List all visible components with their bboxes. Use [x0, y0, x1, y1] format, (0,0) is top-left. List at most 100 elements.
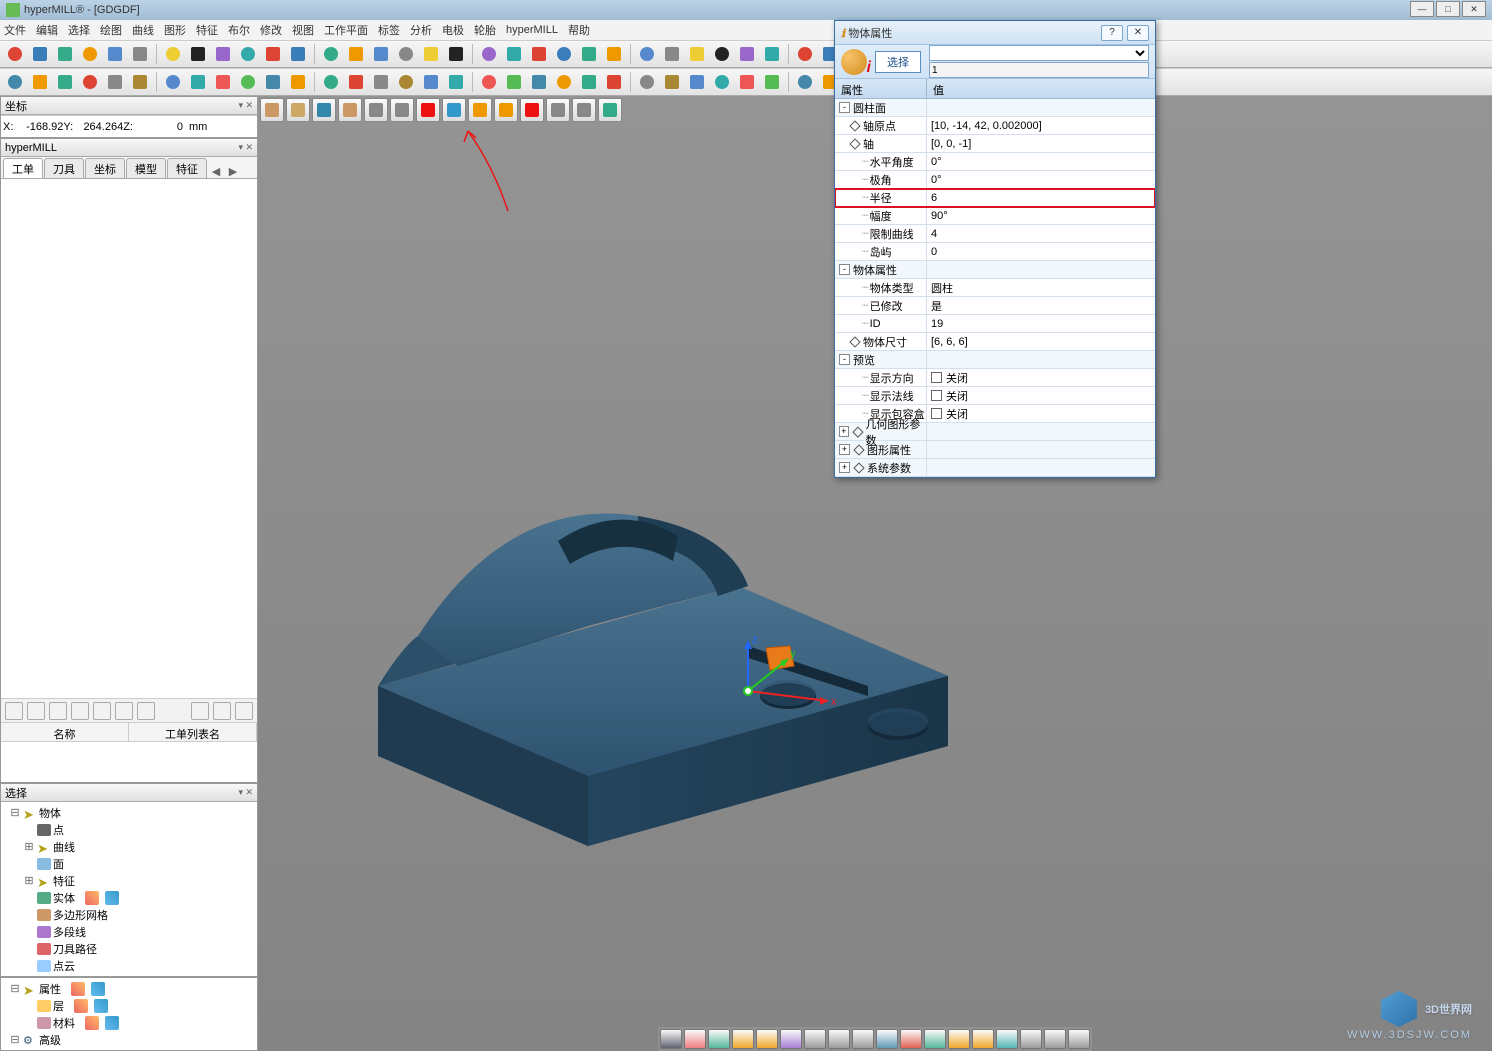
tb2-btn-28[interactable]: [736, 71, 758, 93]
menu-hyperMILL[interactable]: hyperMILL: [506, 24, 558, 36]
vp-btn-10[interactable]: [520, 98, 544, 122]
vp-btn-13[interactable]: [598, 98, 622, 122]
tb1-btn-29[interactable]: [761, 43, 783, 65]
tb2-btn-19[interactable]: [503, 71, 525, 93]
tb1-btn-25[interactable]: [661, 43, 683, 65]
prop-极角[interactable]: ┈极角0°: [835, 171, 1155, 189]
status-btn-15[interactable]: [1020, 1029, 1042, 1049]
status-btn-16[interactable]: [1044, 1029, 1066, 1049]
menu-工作平面[interactable]: 工作平面: [324, 22, 368, 38]
menu-特征[interactable]: 特征: [196, 22, 218, 38]
tree-item-层[interactable]: 层: [3, 997, 255, 1014]
vp-btn-6[interactable]: [416, 98, 440, 122]
prop-幅度[interactable]: ┈幅度90°: [835, 207, 1155, 225]
prop-预览[interactable]: -预览: [835, 351, 1155, 369]
hm-tree[interactable]: [1, 179, 257, 698]
tree-item-多段线[interactable]: 多段线: [3, 923, 255, 940]
tree-item-点[interactable]: 点: [3, 821, 255, 838]
tb2-btn-2[interactable]: [54, 71, 76, 93]
tb2-btn-13[interactable]: [345, 71, 367, 93]
tb2-btn-10[interactable]: [262, 71, 284, 93]
bi-2[interactable]: [27, 702, 45, 720]
menu-分析[interactable]: 分析: [410, 22, 432, 38]
tb2-btn-24[interactable]: [636, 71, 658, 93]
help-button[interactable]: ?: [1101, 25, 1123, 41]
tb2-btn-0[interactable]: [4, 71, 26, 93]
tab-模型[interactable]: 模型: [126, 158, 166, 178]
menu-曲线[interactable]: 曲线: [132, 22, 154, 38]
coord-x-input[interactable]: [15, 121, 63, 133]
menu-布尔[interactable]: 布尔: [228, 22, 250, 38]
tb1-btn-12[interactable]: [320, 43, 342, 65]
tab-工单[interactable]: 工单: [3, 158, 43, 178]
status-btn-4[interactable]: [756, 1029, 778, 1049]
tb1-btn-0[interactable]: [4, 43, 26, 65]
col-listname[interactable]: 工单列表名: [129, 723, 257, 741]
tab-特征[interactable]: 特征: [167, 158, 207, 178]
bi-8[interactable]: [191, 702, 209, 720]
tb2-btn-6[interactable]: [162, 71, 184, 93]
menu-修改[interactable]: 修改: [260, 22, 282, 38]
menu-图形[interactable]: 图形: [164, 22, 186, 38]
vp-btn-12[interactable]: [572, 98, 596, 122]
vp-btn-2[interactable]: [312, 98, 336, 122]
tree-item-曲线[interactable]: ⊞➤曲线: [3, 838, 255, 855]
select-button[interactable]: 选择: [875, 51, 921, 73]
tb2-btn-22[interactable]: [578, 71, 600, 93]
vp-btn-1[interactable]: [286, 98, 310, 122]
prop-ID[interactable]: ┈ID19: [835, 315, 1155, 333]
status-btn-7[interactable]: [828, 1029, 850, 1049]
tb2-btn-26[interactable]: [686, 71, 708, 93]
tb2-btn-3[interactable]: [79, 71, 101, 93]
tb1-btn-5[interactable]: [129, 43, 151, 65]
tb2-btn-8[interactable]: [212, 71, 234, 93]
prop-物体类型[interactable]: ┈物体类型圆柱: [835, 279, 1155, 297]
tb2-btn-17[interactable]: [445, 71, 467, 93]
menu-轮胎[interactable]: 轮胎: [474, 22, 496, 38]
maximize-button[interactable]: □: [1436, 1, 1460, 17]
vp-btn-8[interactable]: [468, 98, 492, 122]
sel-tree[interactable]: ⊟➤物体点⊞➤曲线面⊞➤特征实体多边形网格多段线刀具路径点云: [1, 802, 257, 976]
tab-nav[interactable]: ◀: [208, 165, 224, 178]
vp-btn-3[interactable]: [338, 98, 362, 122]
status-btn-17[interactable]: [1068, 1029, 1090, 1049]
tb2-btn-29[interactable]: [761, 71, 783, 93]
coord-z-input[interactable]: [135, 121, 183, 133]
tb2-btn-4[interactable]: [104, 71, 126, 93]
tb2-btn-12[interactable]: [320, 71, 342, 93]
prop-岛屿[interactable]: ┈岛屿0: [835, 243, 1155, 261]
tb1-btn-9[interactable]: [237, 43, 259, 65]
tb1-btn-19[interactable]: [503, 43, 525, 65]
prop-body[interactable]: -圆柱面轴原点[10, -14, 42, 0.002000]轴[0, 0, -1…: [835, 99, 1155, 477]
tab-坐标[interactable]: 坐标: [85, 158, 125, 178]
bi-1[interactable]: [5, 702, 23, 720]
prop-水平角度[interactable]: ┈水平角度0°: [835, 153, 1155, 171]
bi-9[interactable]: [213, 702, 231, 720]
bi-4[interactable]: [71, 702, 89, 720]
tb1-btn-1[interactable]: [29, 43, 51, 65]
status-btn-1[interactable]: [684, 1029, 706, 1049]
status-btn-9[interactable]: [876, 1029, 898, 1049]
properties-dialog[interactable]: ℹ 物体属性 ? ✕ i 选择 属性 值 -圆柱面轴原点[10, -14, 42…: [834, 20, 1156, 478]
tb2-btn-14[interactable]: [370, 71, 392, 93]
tb1-btn-15[interactable]: [395, 43, 417, 65]
tb1-btn-17[interactable]: [445, 43, 467, 65]
prop-物体属性[interactable]: -物体属性: [835, 261, 1155, 279]
prop-图形属性[interactable]: +图形属性: [835, 441, 1155, 459]
status-btn-8[interactable]: [852, 1029, 874, 1049]
prop-半径[interactable]: ┈半径6: [835, 189, 1155, 207]
dialog-close-button[interactable]: ✕: [1127, 25, 1149, 41]
tb1-btn-28[interactable]: [736, 43, 758, 65]
tb2-btn-18[interactable]: [478, 71, 500, 93]
tb2-btn-30[interactable]: [794, 71, 816, 93]
menu-选择[interactable]: 选择: [68, 22, 90, 38]
tb2-btn-15[interactable]: [395, 71, 417, 93]
prop-物体尺寸[interactable]: 物体尺寸[6, 6, 6]: [835, 333, 1155, 351]
tb1-btn-27[interactable]: [711, 43, 733, 65]
prop-显示法线[interactable]: ┈显示法线关闭: [835, 387, 1155, 405]
tree-item-多边形网格[interactable]: 多边形网格: [3, 906, 255, 923]
vp-btn-9[interactable]: [494, 98, 518, 122]
tb2-btn-9[interactable]: [237, 71, 259, 93]
tree-item-点云[interactable]: 点云: [3, 957, 255, 974]
menu-电极[interactable]: 电极: [442, 22, 464, 38]
